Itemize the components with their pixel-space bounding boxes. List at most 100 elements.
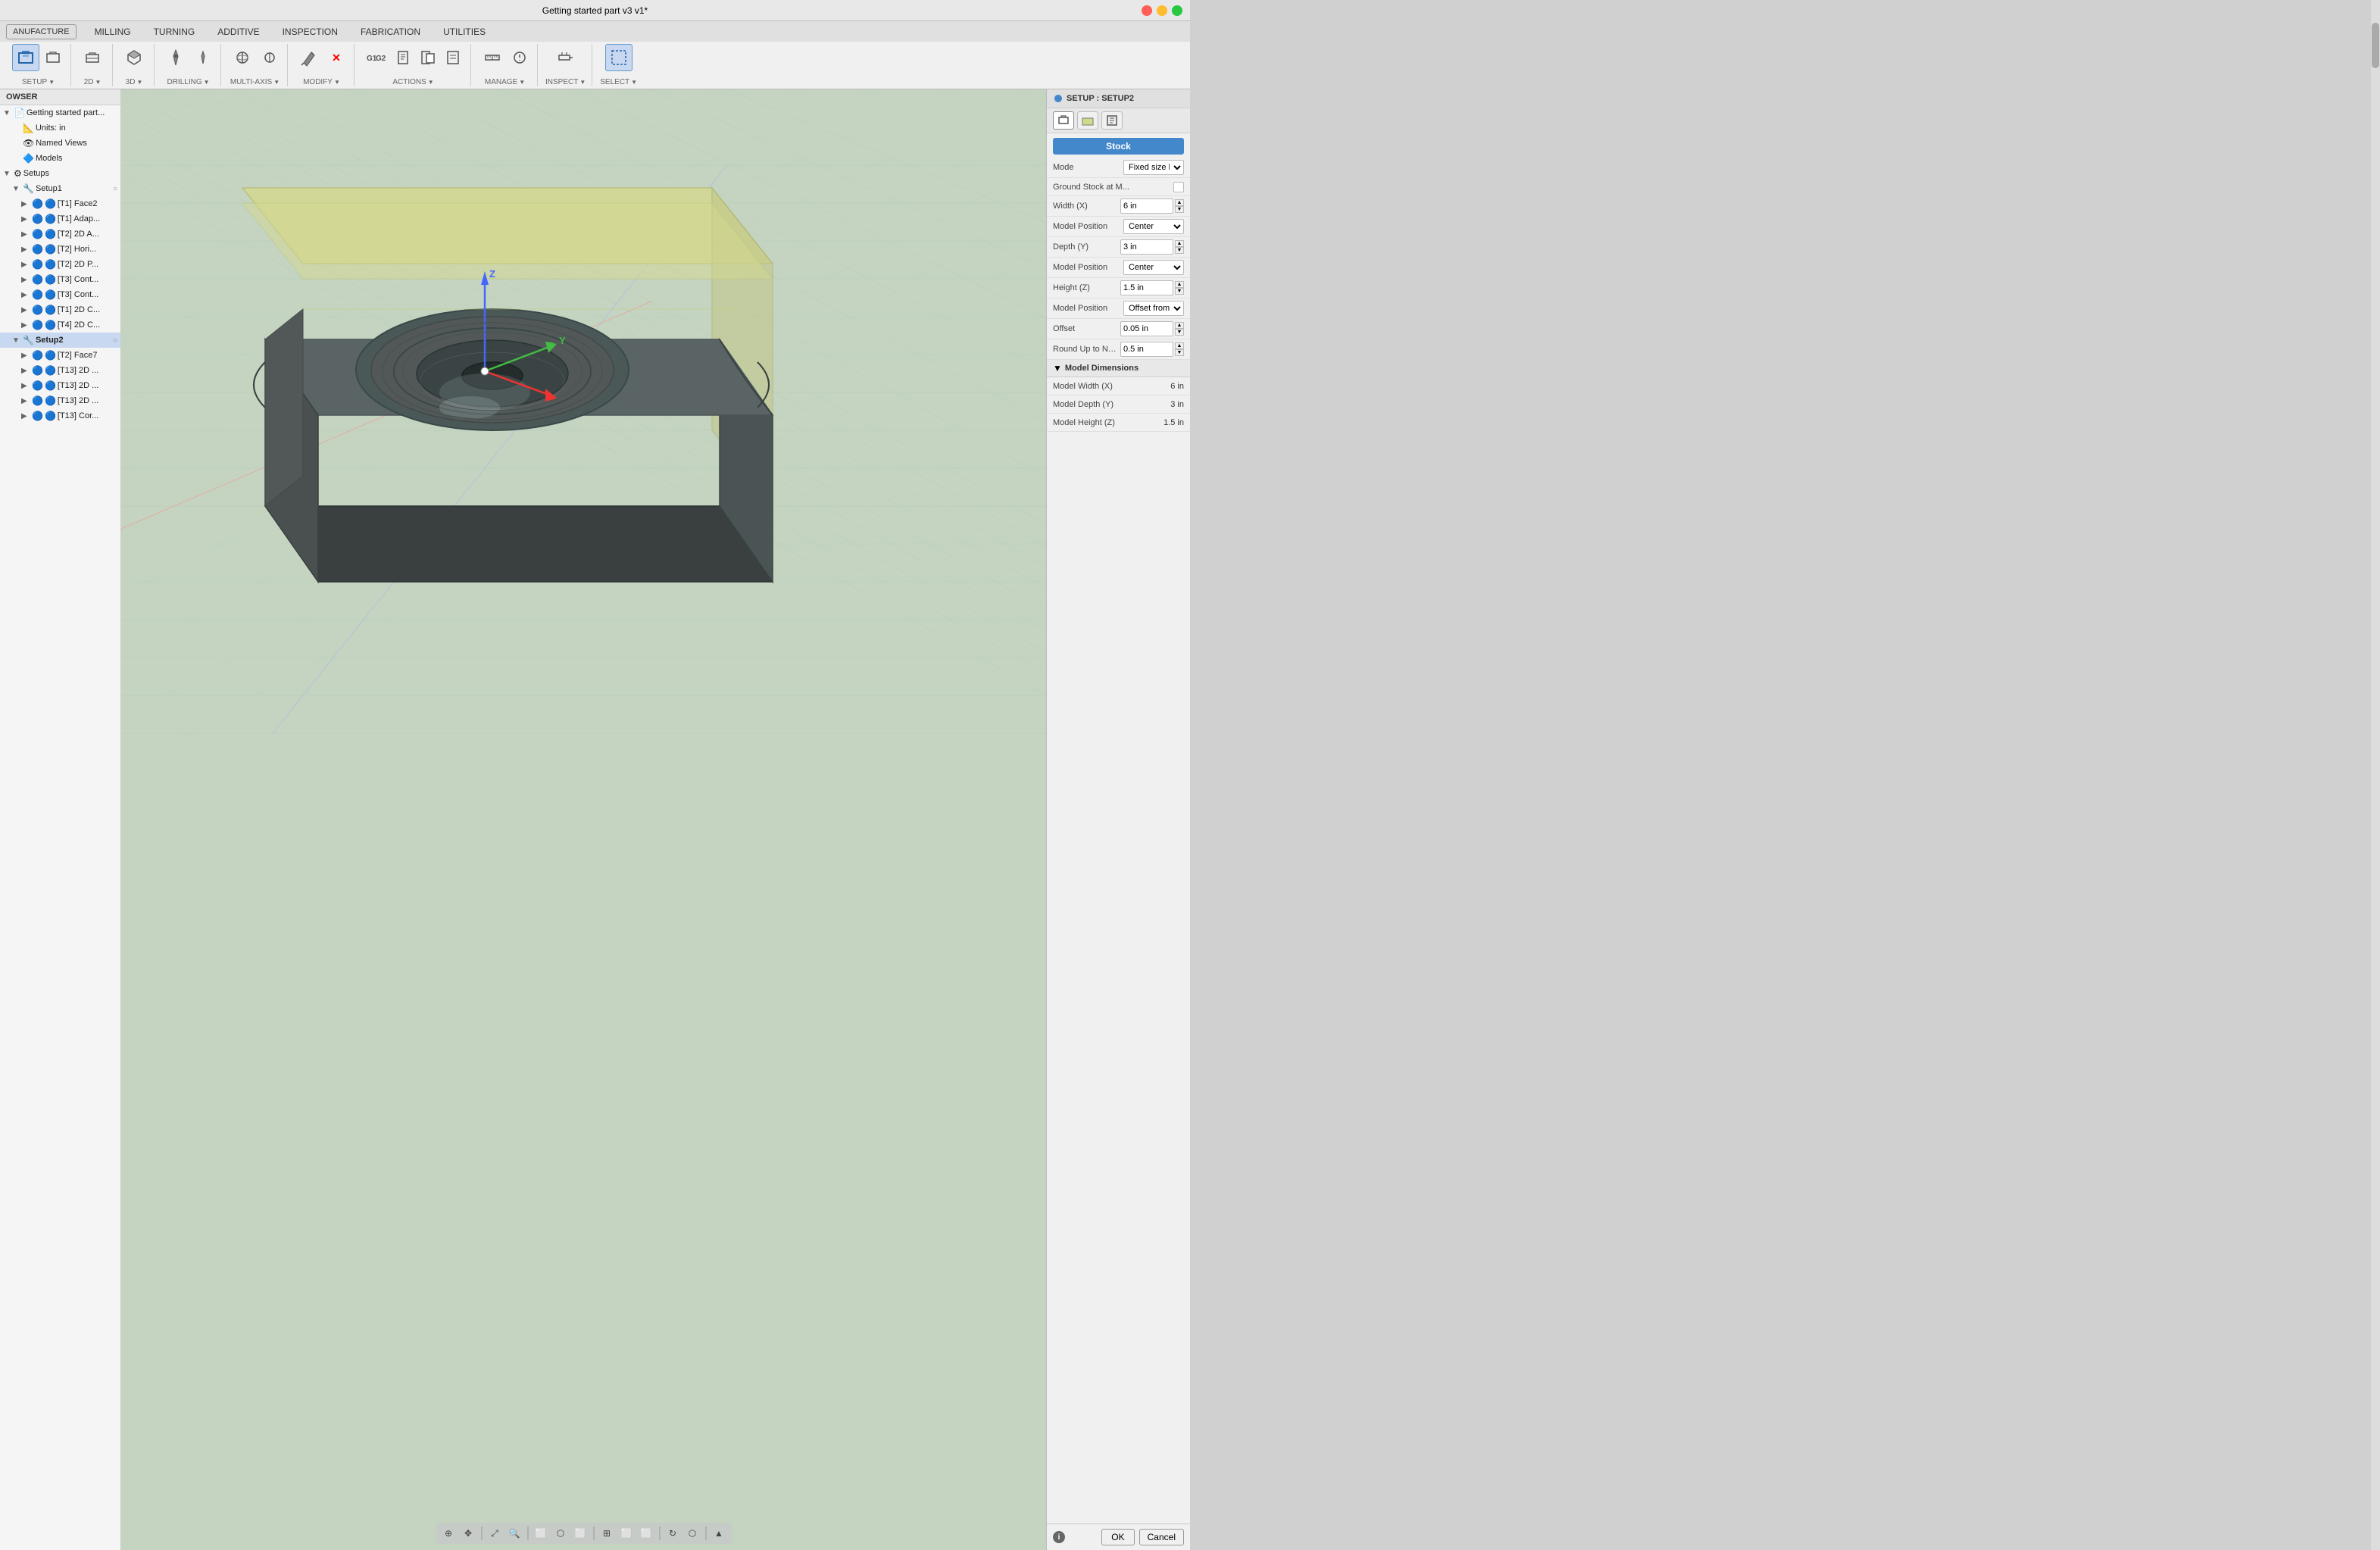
maximize-button[interactable] — [1172, 5, 1182, 16]
scrollbar-thumb[interactable] — [2372, 23, 2379, 68]
actions-doc-btn[interactable] — [392, 46, 414, 69]
multiaxis-main-btn[interactable] — [229, 44, 256, 71]
height-pos-select[interactable]: Offset from... Center — [1123, 301, 1184, 316]
drilling-main-btn[interactable] — [162, 44, 189, 71]
tree-root[interactable]: ▼ 📄 Getting started part... — [0, 105, 120, 120]
3d-main-btn[interactable] — [120, 44, 148, 71]
bt-view2[interactable]: ⬜ — [638, 1525, 654, 1542]
tree-t1-face2[interactable]: ▶ 🔵 🔵 [T1] Face2 — [0, 196, 120, 211]
manage-label[interactable]: MANAGE ▼ — [485, 78, 525, 86]
tab-fabrication[interactable]: FABRICATION — [350, 24, 431, 39]
select-main-btn[interactable] — [605, 44, 632, 71]
height-up[interactable]: ▲ — [1175, 281, 1184, 288]
width-pos-select[interactable]: Center Min Max — [1123, 219, 1184, 234]
select-label[interactable]: SELECT ▼ — [600, 78, 637, 86]
setup-secondary-btn[interactable] — [42, 46, 64, 69]
offset-down[interactable]: ▼ — [1175, 329, 1184, 336]
tree-t2-face7[interactable]: ▶ 🔵 🔵 [T2] Face7 — [0, 348, 120, 363]
tree-named-views[interactable]: 👁 Named Views — [0, 136, 120, 151]
tree-setups[interactable]: ▼ ⚙ Setups — [0, 166, 120, 181]
offset-up[interactable]: ▲ — [1175, 322, 1184, 329]
width-down[interactable]: ▼ — [1175, 206, 1184, 213]
tab-additive[interactable]: ADDITIVE — [207, 24, 270, 39]
tab-inspection[interactable]: INSPECTION — [272, 24, 348, 39]
manage-secondary-btn[interactable] — [508, 46, 531, 69]
tree-t13-2d1[interactable]: ▶ 🔵 🔵 [T13] 2D ... — [0, 363, 120, 378]
round-up[interactable]: ▲ — [1175, 342, 1184, 349]
tree-t13-2d3[interactable]: ▶ 🔵 🔵 [T13] 2D ... — [0, 393, 120, 408]
round-down[interactable]: ▼ — [1175, 349, 1184, 356]
bt-pan[interactable]: ✥ — [460, 1525, 476, 1542]
stock-button[interactable]: Stock — [1053, 138, 1184, 155]
actions-doc3-btn[interactable] — [442, 46, 464, 69]
bt-zoom-extent[interactable]: ⤢ — [486, 1525, 503, 1542]
bt-display3[interactable]: ⬜ — [572, 1525, 589, 1542]
modify-secondary-btn[interactable]: ✕ — [325, 46, 348, 69]
3d-label[interactable]: 3D ▼ — [126, 78, 143, 86]
setup-label[interactable]: SETUP ▼ — [22, 78, 55, 86]
minimize-button[interactable] — [1157, 5, 1167, 16]
model-dimensions-section[interactable]: ▼ Model Dimensions — [1047, 360, 1190, 377]
mode-select[interactable]: Fixed size l... Relative size — [1123, 160, 1184, 175]
viewport[interactable]: Z Y ⊕ ✥ ⤢ 🔍 ⬜ ⬡ ⬜ — [121, 89, 1046, 1550]
inspect-main-btn[interactable] — [552, 44, 579, 71]
width-input[interactable] — [1120, 198, 1173, 214]
inspect-label[interactable]: INSPECT ▼ — [545, 78, 586, 86]
actions-label[interactable]: ACTIONS ▼ — [392, 78, 433, 86]
panel-tab-setup[interactable] — [1053, 111, 1074, 130]
bt-more[interactable]: ▲ — [711, 1525, 727, 1542]
height-down[interactable]: ▼ — [1175, 288, 1184, 295]
depth-input[interactable] — [1120, 239, 1173, 255]
tree-setup1[interactable]: ▼ 🔧 Setup1 ○ — [0, 181, 120, 196]
ok-button[interactable]: OK — [1101, 1529, 1134, 1545]
tree-setup2[interactable]: ▼ 🔧 Setup2 ○ — [0, 333, 120, 348]
2d-main-btn[interactable] — [79, 44, 106, 71]
tab-utilities[interactable]: UTILITIES — [433, 24, 496, 39]
tree-t2-2dp[interactable]: ▶ 🔵 🔵 [T2] 2D P... — [0, 257, 120, 272]
bt-grid[interactable]: ⊞ — [598, 1525, 615, 1542]
panel-tab-stock[interactable] — [1077, 111, 1098, 130]
depth-down[interactable]: ▼ — [1175, 247, 1184, 254]
multiaxis-label[interactable]: MULTI-AXIS ▼ — [230, 78, 280, 86]
cancel-button[interactable]: Cancel — [1139, 1529, 1184, 1545]
tree-t1-2dc1[interactable]: ▶ 🔵 🔵 [T1] 2D C... — [0, 302, 120, 317]
round-input[interactable] — [1120, 342, 1173, 357]
modify-main-btn[interactable] — [295, 44, 323, 71]
bt-zoom[interactable]: 🔍 — [506, 1525, 523, 1542]
setup-main-btn[interactable] — [12, 44, 39, 71]
tree-t4-2dc[interactable]: ▶ 🔵 🔵 [T4] 2D C... — [0, 317, 120, 333]
tree-t3-cont2[interactable]: ▶ 🔵 🔵 [T3] Cont... — [0, 287, 120, 302]
drilling-secondary-btn[interactable] — [192, 46, 214, 69]
actions-doc2-btn[interactable] — [417, 46, 439, 69]
tree-t2-hori[interactable]: ▶ 🔵 🔵 [T2] Hori... — [0, 242, 120, 257]
bt-env[interactable]: ⬡ — [684, 1525, 701, 1542]
height-input[interactable] — [1120, 280, 1173, 295]
tree-t2-2da[interactable]: ▶ 🔵 🔵 [T2] 2D A... — [0, 227, 120, 242]
modify-label[interactable]: MODIFY ▼ — [303, 78, 340, 86]
ground-stock-checkbox[interactable] — [1173, 182, 1184, 192]
depth-pos-select[interactable]: Center Min — [1123, 260, 1184, 275]
width-up[interactable]: ▲ — [1175, 199, 1184, 206]
tree-t3-cont1[interactable]: ▶ 🔵 🔵 [T3] Cont... — [0, 272, 120, 287]
offset-input[interactable] — [1120, 321, 1173, 336]
multiaxis-secondary-btn[interactable] — [258, 46, 281, 69]
drilling-label[interactable]: DRILLING ▼ — [167, 78, 209, 86]
manage-ruler-btn[interactable] — [479, 44, 506, 71]
manufacture-label[interactable]: ANUFACTURE — [6, 24, 77, 39]
actions-g1g2-btn[interactable]: G1G2 — [362, 44, 389, 71]
tab-milling[interactable]: MILLING — [84, 24, 142, 39]
close-button[interactable] — [1142, 5, 1152, 16]
panel-tab-post[interactable] — [1101, 111, 1123, 130]
bt-view1[interactable]: ⬜ — [618, 1525, 635, 1542]
bt-render[interactable]: ↻ — [664, 1525, 681, 1542]
tree-models[interactable]: 🔷 Models — [0, 151, 120, 166]
tree-t13-2d2[interactable]: ▶ 🔵 🔵 [T13] 2D ... — [0, 378, 120, 393]
panel-scrollbar[interactable] — [2371, 0, 2380, 1550]
depth-up[interactable]: ▲ — [1175, 240, 1184, 247]
bt-display1[interactable]: ⬜ — [533, 1525, 549, 1542]
bt-orbit[interactable]: ⊕ — [440, 1525, 457, 1542]
tree-t13-cor[interactable]: ▶ 🔵 🔵 [T13] Cor... — [0, 408, 120, 423]
tree-units[interactable]: 📐 Units: in — [0, 120, 120, 136]
tree-t1-adap[interactable]: ▶ 🔵 🔵 [T1] Adap... — [0, 211, 120, 227]
bt-display2[interactable]: ⬡ — [552, 1525, 569, 1542]
